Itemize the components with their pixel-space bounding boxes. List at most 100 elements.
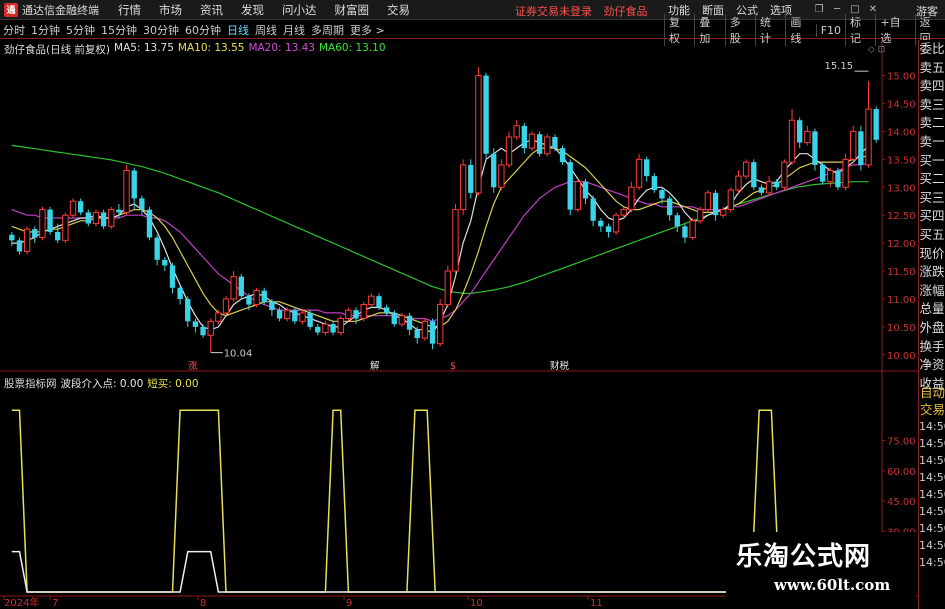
candle-body: [697, 209, 704, 222]
candle-body: [345, 309, 352, 320]
candle-body: [628, 186, 635, 211]
candle-body: [169, 265, 176, 288]
side-item-ask2: 卖二: [919, 115, 945, 131]
candle-body: [620, 209, 627, 216]
candle-body: [307, 312, 313, 327]
candle-body: [590, 198, 596, 221]
candle-body: [812, 131, 818, 165]
candle-body: [781, 161, 788, 188]
side-item-bid3: 买三: [919, 189, 945, 205]
side-item-bid5: 买五: [919, 226, 945, 242]
side-item-net-assets: 净资: [919, 357, 945, 373]
candle-body: [835, 170, 841, 188]
candle-body: [230, 276, 237, 300]
candle-body: [774, 181, 780, 188]
candle-body: [429, 321, 436, 344]
candle-body: [192, 321, 199, 327]
candle-body: [704, 192, 712, 211]
candle-body: [842, 158, 849, 188]
candle-body: [788, 119, 796, 163]
side-item-ask4: 卖四: [919, 78, 945, 94]
side-item-ask1: 卖一: [919, 133, 945, 149]
candle-body: [582, 181, 589, 199]
candle-body: [177, 287, 183, 299]
price-tick-label: 11.50: [887, 267, 916, 278]
candle-body: [644, 159, 650, 177]
side-lower: 自动 交易 14:50 14:50 14:50 14:50 14:50 14:5…: [919, 384, 945, 571]
tick-time: 14:50: [919, 505, 945, 518]
candle-body: [735, 175, 742, 191]
price-tick-label: 12.50: [887, 211, 916, 222]
candle-body: [635, 158, 643, 188]
candle-body: [689, 220, 696, 239]
kline-chart[interactable]: 15.00 14.50 14.00 13.50 13.00 12.50 12.00 11.50…: [0, 0, 918, 609]
candle-body: [720, 209, 727, 216]
side-item-ask5: 卖五: [919, 59, 945, 75]
candle-body: [659, 190, 665, 199]
candle-body: [827, 170, 834, 183]
candle-body: [567, 162, 573, 210]
order-book-panel: 委比 卖五 卖四 卖三 卖二 卖一 买一 买二 买三 买四 买五 现价 涨跌 涨…: [918, 40, 945, 609]
candle-body: [528, 133, 536, 149]
candle-body: [85, 212, 91, 224]
indicator-title[interactable]: 股票指标网: [4, 376, 57, 391]
candle-body: [284, 309, 291, 320]
candle-body: [360, 304, 367, 320]
indicator-tick-label: 45.00: [887, 497, 916, 508]
event-mark: 解: [370, 360, 380, 372]
candle-body: [819, 164, 826, 182]
candle-body: [804, 130, 811, 144]
candle-body: [32, 229, 38, 238]
tick-time: 14:50: [919, 437, 945, 450]
candle-body: [146, 209, 153, 238]
tick-time: 14:50: [919, 522, 945, 535]
candle-body: [92, 211, 100, 225]
ma60-value: MA60: 13.10: [318, 42, 386, 54]
candle-body: [536, 134, 543, 154]
candle-body: [299, 312, 306, 322]
price-tick-label: 11.00: [887, 295, 916, 306]
price-tick-label: 10.00: [887, 351, 916, 362]
candle-body: [276, 310, 283, 319]
candle-body: [666, 198, 673, 216]
candle-body: [574, 181, 582, 211]
site-watermark: 乐淘公式网 www.60lt.com: [726, 532, 916, 604]
chart-title: 劲仔食品(日线 前复权): [4, 44, 111, 56]
candle-body: [322, 323, 329, 333]
indicator-tick-label: 75.00: [887, 437, 916, 448]
candle-body: [139, 198, 145, 210]
candle-body: [376, 296, 382, 308]
candle-body: [398, 315, 406, 325]
candle-body: [246, 296, 252, 305]
ma-legend: 劲仔食品(日线 前复权) MA5: 13.75 MA10: 13.55 MA20…: [4, 42, 386, 57]
x-tick-label: 8: [200, 598, 206, 609]
side-item-price: 现价: [919, 245, 945, 261]
candle-body: [185, 298, 191, 322]
price-tick-label: 14.50: [887, 99, 916, 110]
candle-body: [559, 148, 566, 163]
low-price-label: 10.04: [224, 349, 253, 360]
candle-body: [162, 259, 168, 266]
price-tick-label: 10.50: [887, 323, 916, 334]
event-mark: 涨: [188, 361, 198, 372]
candle-body: [368, 295, 375, 306]
side-item-commission-ratio: 委比: [919, 41, 945, 56]
candle-body: [292, 310, 298, 322]
side-item-bid2: 买二: [919, 171, 945, 187]
candle-body: [315, 326, 321, 333]
candle-body: [215, 312, 222, 322]
price-tick-label: 13.50: [887, 155, 916, 166]
candle-body: [491, 153, 497, 188]
candle-body: [674, 215, 680, 227]
trade-label[interactable]: 交易: [919, 401, 945, 418]
auto-trade-label[interactable]: 自动: [919, 384, 945, 401]
side-item-turnover: 换手: [919, 338, 945, 354]
candle-body: [23, 228, 31, 252]
side-item-bid4: 买四: [919, 208, 945, 224]
indicator-legend: 股票指标网 波段介入点: 0.00 短买: 0.00: [4, 376, 199, 391]
candle-body: [712, 192, 719, 216]
candle-body: [108, 209, 115, 227]
candle-body: [131, 170, 137, 199]
candle-body: [444, 270, 452, 306]
candle-body: [751, 162, 757, 188]
